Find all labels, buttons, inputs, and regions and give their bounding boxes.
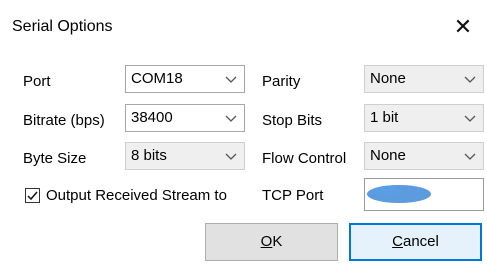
port-label: Port (23, 73, 51, 90)
chevron-down-icon (464, 115, 476, 122)
flow-control-value: None (370, 147, 406, 164)
stop-bits-value: 1 bit (370, 109, 399, 126)
chevron-down-icon (225, 153, 237, 160)
bitrate-label: Bitrate (bps) (23, 112, 105, 129)
port-select[interactable]: COM18 (125, 65, 245, 93)
tcp-port-input[interactable] (364, 178, 484, 211)
bitrate-combo[interactable]: 38400 (125, 104, 245, 132)
checkmark-icon (27, 191, 38, 201)
stop-bits-select[interactable]: 1 bit (364, 104, 484, 132)
parity-value: None (370, 70, 406, 87)
cancel-button[interactable]: Cancel (349, 223, 482, 261)
tcp-port-label: TCP Port (262, 187, 324, 204)
window-title: Serial Options (12, 18, 113, 35)
chevron-down-icon (464, 76, 476, 83)
close-icon[interactable]: ✕ (446, 10, 480, 44)
output-stream-checkbox[interactable] (25, 188, 40, 203)
ok-label-rest: K (272, 233, 283, 250)
ok-mnemonic: O (260, 233, 273, 250)
chevron-down-icon (464, 153, 476, 160)
flow-control-select[interactable]: None (364, 142, 484, 170)
parity-label: Parity (262, 73, 301, 90)
cancel-label-rest: ancel (402, 233, 439, 250)
byte-size-label: Byte Size (23, 150, 87, 167)
bitrate-value: 38400 (131, 109, 173, 126)
parity-select[interactable]: None (364, 65, 484, 93)
cancel-mnemonic: C (392, 233, 403, 250)
title-bar: Serial Options ✕ (0, 0, 487, 50)
chevron-down-icon (225, 115, 237, 122)
ok-button[interactable]: OK (205, 223, 338, 261)
byte-size-value: 8 bits (131, 147, 167, 164)
port-value: COM18 (131, 70, 183, 87)
redaction-mark (367, 185, 431, 203)
byte-size-select[interactable]: 8 bits (125, 142, 245, 170)
stop-bits-label: Stop Bits (262, 112, 323, 129)
flow-control-label: Flow Control (262, 150, 347, 167)
chevron-down-icon (225, 76, 237, 83)
serial-options-dialog: Serial Options ✕ Port COM18 Bitrate (bps… (0, 0, 487, 265)
output-stream-label: Output Received Stream to (46, 187, 227, 204)
